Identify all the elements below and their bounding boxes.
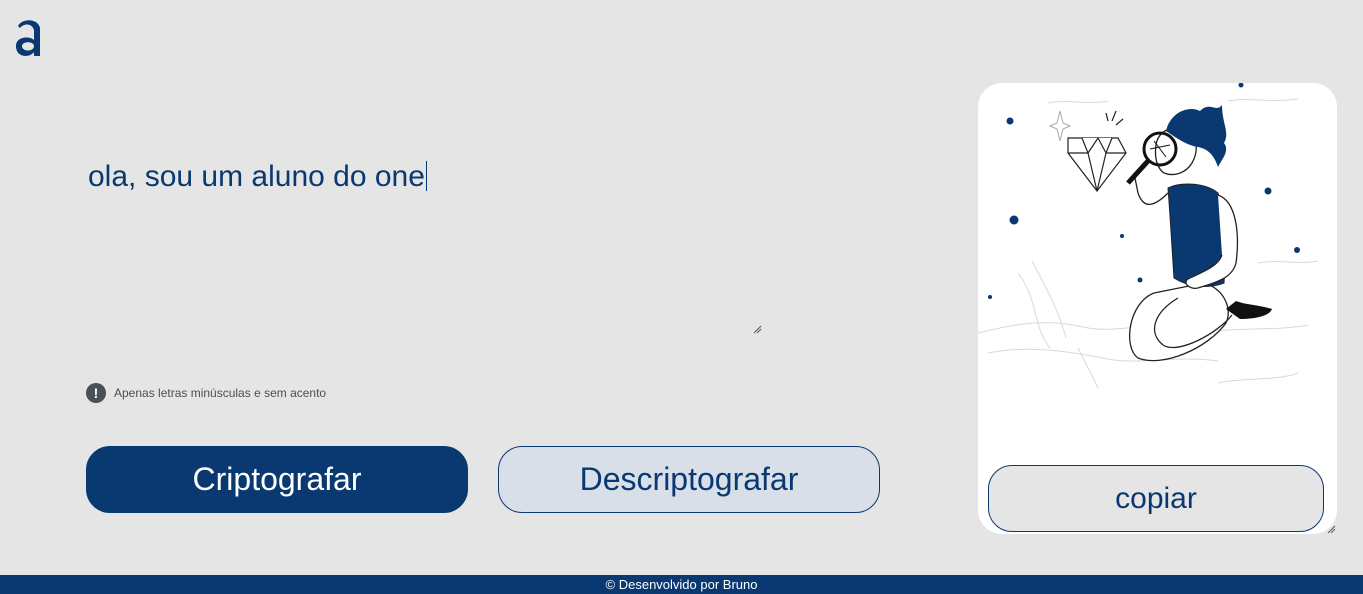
encrypt-button[interactable]: Criptografar bbox=[86, 446, 468, 513]
panel-resize-handle-icon[interactable] bbox=[1326, 524, 1336, 534]
decrypt-button[interactable]: Descriptografar bbox=[498, 446, 880, 513]
result-panel: copiar bbox=[978, 83, 1337, 534]
person-with-magnifying-glass-illustration bbox=[978, 83, 1319, 389]
hint-text: Apenas letras minúsculas e sem acento bbox=[114, 386, 327, 400]
message-input[interactable]: ola, sou um aluno do one bbox=[86, 150, 766, 338]
text-caret bbox=[425, 161, 428, 191]
input-hint: ! Apenas letras minúsculas e sem acento bbox=[86, 383, 326, 403]
message-text: ola, sou um aluno do one bbox=[88, 160, 425, 193]
footer: © Desenvolvido por Bruno bbox=[0, 575, 1363, 594]
copy-button[interactable]: copiar bbox=[988, 465, 1324, 532]
exclamation-circle-icon: ! bbox=[86, 383, 106, 403]
footer-credit: © Desenvolvido por Bruno bbox=[605, 577, 758, 592]
resize-handle-icon[interactable] bbox=[752, 324, 762, 334]
alura-logo-icon bbox=[16, 20, 40, 56]
